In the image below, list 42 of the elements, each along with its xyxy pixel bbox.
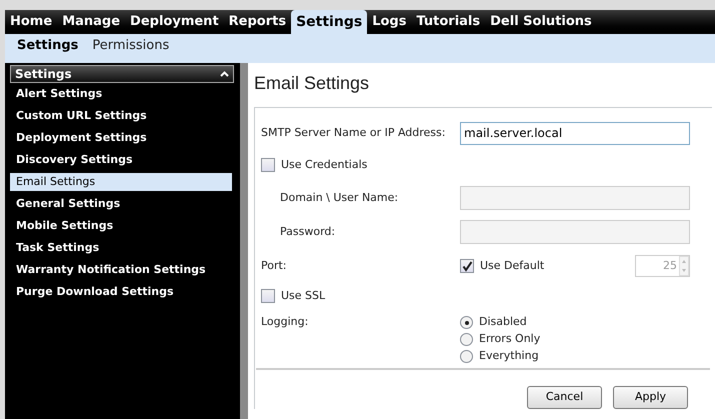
- button[interactable]: Apply: [613, 386, 688, 409]
- field-label: Domain \ User Name:: [279, 190, 400, 206]
- nav-tab[interactable]: Dell Solutions: [485, 10, 597, 34]
- sidebar-item[interactable]: Discovery Settings: [10, 151, 232, 169]
- nav-tab[interactable]: Home: [5, 10, 58, 34]
- checkbox-label: Use Default: [480, 258, 546, 274]
- radio-label: Everything: [479, 348, 539, 364]
- nav-tab[interactable]: Logs: [367, 10, 412, 34]
- field-label: Port:: [261, 258, 288, 274]
- nav-tab[interactable]: Manage: [57, 10, 126, 34]
- nav-tab[interactable]: Reports: [224, 10, 292, 34]
- sidebar-item[interactable]: Custom URL Settings: [10, 107, 232, 125]
- radio-label: Disabled: [479, 314, 527, 330]
- button[interactable]: Cancel: [527, 386, 602, 409]
- sidebar-item[interactable]: Warranty Notification Settings: [10, 261, 232, 279]
- nav-tab[interactable]: Settings: [291, 10, 368, 34]
- sidebar-title: Settings: [15, 66, 72, 83]
- field-label: SMTP Server Name or IP Address:: [261, 124, 446, 141]
- radio-label: Errors Only: [479, 331, 540, 348]
- text-field[interactable]: mail.server.local: [460, 122, 690, 144]
- sidebar-item[interactable]: Email Settings: [10, 173, 232, 191]
- radio-button[interactable]: [460, 316, 473, 329]
- subnav-tab[interactable]: Settings: [17, 36, 78, 56]
- sidebar-item[interactable]: Alert Settings: [10, 85, 232, 103]
- sidebar-item[interactable]: Deployment Settings: [10, 129, 232, 147]
- subnav-tab[interactable]: Permissions: [92, 36, 170, 56]
- sidebar-item[interactable]: Mobile Settings: [10, 217, 232, 235]
- nav-tab[interactable]: Tutorials: [411, 10, 486, 34]
- sidebar-item[interactable]: Task Settings: [10, 239, 232, 257]
- checkbox-label: Use SSL: [281, 288, 326, 304]
- checkbox[interactable]: [261, 158, 275, 172]
- collapse-icon[interactable]: [220, 71, 229, 77]
- checkbox[interactable]: [261, 289, 275, 303]
- field-label: Logging:: [261, 314, 310, 330]
- page-title: Email Settings: [254, 72, 370, 95]
- radio-button[interactable]: [460, 350, 473, 363]
- radio-button[interactable]: [460, 333, 473, 346]
- checkbox-label: Use Credentials: [281, 156, 368, 173]
- nav-tab[interactable]: Deployment: [125, 10, 224, 34]
- sidebar-item[interactable]: Purge Download Settings: [10, 283, 232, 301]
- field-label: Password:: [279, 224, 336, 240]
- sidebar-item[interactable]: General Settings: [10, 195, 232, 213]
